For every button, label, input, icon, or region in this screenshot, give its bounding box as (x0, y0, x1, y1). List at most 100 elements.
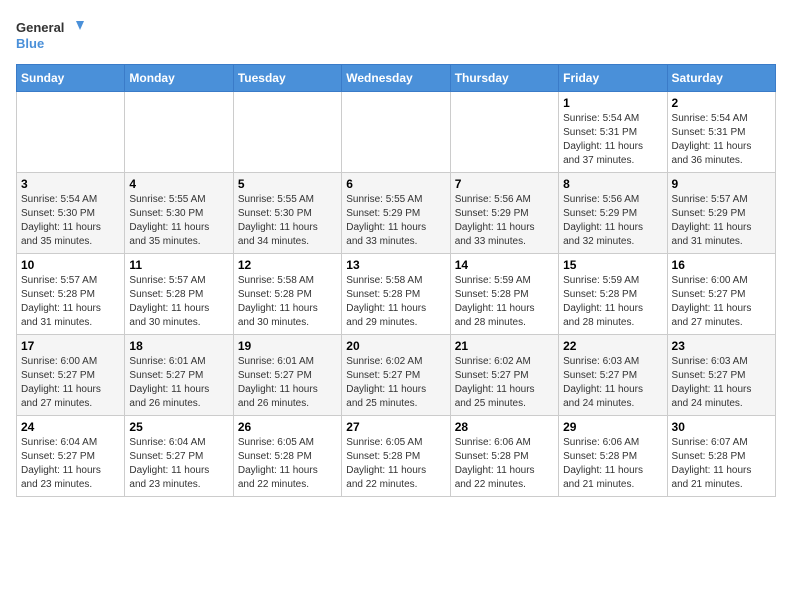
weekday-header-cell: Saturday (667, 65, 775, 92)
calendar-day-cell: 19 Sunrise: 6:01 AM Sunset: 5:27 PM Dayli… (233, 335, 341, 416)
logo: General Blue (16, 16, 86, 56)
calendar-day-cell: 29 Sunrise: 6:06 AM Sunset: 5:28 PM Dayli… (559, 416, 667, 497)
calendar-day-cell: 25 Sunrise: 6:04 AM Sunset: 5:27 PM Dayli… (125, 416, 233, 497)
day-info: Sunrise: 6:05 AM Sunset: 5:28 PM Dayligh… (346, 436, 445, 492)
day-number: 6 (346, 177, 445, 191)
calendar-day-cell (450, 92, 558, 173)
calendar-body: 1 Sunrise: 5:54 AM Sunset: 5:31 PM Daylig… (17, 92, 776, 497)
calendar-day-cell: 3 Sunrise: 5:54 AM Sunset: 5:30 PM Daylig… (17, 173, 125, 254)
calendar-day-cell (125, 92, 233, 173)
logo-svg: General Blue (16, 16, 86, 56)
day-info: Sunrise: 5:59 AM Sunset: 5:28 PM Dayligh… (455, 274, 554, 330)
day-info: Sunrise: 5:56 AM Sunset: 5:29 PM Dayligh… (455, 193, 554, 249)
day-number: 3 (21, 177, 120, 191)
day-number: 9 (672, 177, 771, 191)
day-number: 1 (563, 96, 662, 110)
weekday-header-cell: Monday (125, 65, 233, 92)
day-info: Sunrise: 5:54 AM Sunset: 5:31 PM Dayligh… (672, 112, 771, 168)
day-number: 27 (346, 420, 445, 434)
calendar-day-cell: 17Sunrise: 6:00 AM Sunset: 5:27 PM Dayli… (17, 335, 125, 416)
weekday-header-cell: Friday (559, 65, 667, 92)
page-header: General Blue (16, 16, 776, 56)
day-number: 25 (129, 420, 228, 434)
calendar-day-cell: 14 Sunrise: 5:59 AM Sunset: 5:28 PM Dayli… (450, 254, 558, 335)
day-info: Sunrise: 6:07 AM Sunset: 5:28 PM Dayligh… (672, 436, 771, 492)
day-info: Sunrise: 5:54 AM Sunset: 5:31 PM Dayligh… (563, 112, 662, 168)
svg-text:General: General (16, 20, 64, 35)
calendar-day-cell (233, 92, 341, 173)
calendar-day-cell: 4 Sunrise: 5:55 AM Sunset: 5:30 PM Daylig… (125, 173, 233, 254)
day-info: Sunrise: 5:57 AM Sunset: 5:28 PM Dayligh… (21, 274, 120, 330)
day-number: 15 (563, 258, 662, 272)
day-info: Sunrise: 6:02 AM Sunset: 5:27 PM Dayligh… (346, 355, 445, 411)
calendar-week-row: 3 Sunrise: 5:54 AM Sunset: 5:30 PM Daylig… (17, 173, 776, 254)
day-number: 5 (238, 177, 337, 191)
calendar-day-cell: 27 Sunrise: 6:05 AM Sunset: 5:28 PM Dayli… (342, 416, 450, 497)
calendar: SundayMondayTuesdayWednesdayThursdayFrid… (16, 64, 776, 497)
calendar-day-cell (17, 92, 125, 173)
day-info: Sunrise: 6:03 AM Sunset: 5:27 PM Dayligh… (672, 355, 771, 411)
calendar-day-cell (342, 92, 450, 173)
calendar-day-cell: 6Sunrise: 5:55 AM Sunset: 5:29 PM Daylig… (342, 173, 450, 254)
day-number: 21 (455, 339, 554, 353)
day-info: Sunrise: 6:04 AM Sunset: 5:27 PM Dayligh… (129, 436, 228, 492)
calendar-day-cell: 30 Sunrise: 6:07 AM Sunset: 5:28 PM Dayli… (667, 416, 775, 497)
day-number: 2 (672, 96, 771, 110)
day-number: 14 (455, 258, 554, 272)
calendar-day-cell: 15 Sunrise: 5:59 AM Sunset: 5:28 PM Dayli… (559, 254, 667, 335)
day-number: 8 (563, 177, 662, 191)
calendar-day-cell: 10Sunrise: 5:57 AM Sunset: 5:28 PM Dayli… (17, 254, 125, 335)
day-number: 22 (563, 339, 662, 353)
day-number: 28 (455, 420, 554, 434)
calendar-week-row: 24 Sunrise: 6:04 AM Sunset: 5:27 PM Dayli… (17, 416, 776, 497)
day-info: Sunrise: 6:03 AM Sunset: 5:27 PM Dayligh… (563, 355, 662, 411)
day-number: 19 (238, 339, 337, 353)
day-info: Sunrise: 5:55 AM Sunset: 5:30 PM Dayligh… (129, 193, 228, 249)
day-info: Sunrise: 5:58 AM Sunset: 5:28 PM Dayligh… (346, 274, 445, 330)
day-number: 7 (455, 177, 554, 191)
calendar-day-cell: 23 Sunrise: 6:03 AM Sunset: 5:27 PM Dayli… (667, 335, 775, 416)
calendar-week-row: 10Sunrise: 5:57 AM Sunset: 5:28 PM Dayli… (17, 254, 776, 335)
day-number: 30 (672, 420, 771, 434)
day-number: 24 (21, 420, 120, 434)
calendar-day-cell: 22 Sunrise: 6:03 AM Sunset: 5:27 PM Dayli… (559, 335, 667, 416)
day-number: 11 (129, 258, 228, 272)
calendar-day-cell: 24Sunrise: 6:04 AM Sunset: 5:27 PM Dayli… (17, 416, 125, 497)
calendar-day-cell: 9 Sunrise: 5:57 AM Sunset: 5:29 PM Daylig… (667, 173, 775, 254)
day-info: Sunrise: 6:01 AM Sunset: 5:27 PM Dayligh… (238, 355, 337, 411)
day-info: Sunrise: 5:57 AM Sunset: 5:28 PM Dayligh… (129, 274, 228, 330)
weekday-header-cell: Tuesday (233, 65, 341, 92)
calendar-day-cell: 28Sunrise: 6:06 AM Sunset: 5:28 PM Dayli… (450, 416, 558, 497)
day-number: 26 (238, 420, 337, 434)
calendar-day-cell: 20 Sunrise: 6:02 AM Sunset: 5:27 PM Dayli… (342, 335, 450, 416)
day-number: 18 (129, 339, 228, 353)
day-info: Sunrise: 6:06 AM Sunset: 5:28 PM Dayligh… (563, 436, 662, 492)
day-number: 13 (346, 258, 445, 272)
day-number: 29 (563, 420, 662, 434)
day-info: Sunrise: 5:55 AM Sunset: 5:30 PM Dayligh… (238, 193, 337, 249)
weekday-header-cell: Thursday (450, 65, 558, 92)
calendar-day-cell: 16 Sunrise: 6:00 AM Sunset: 5:27 PM Dayli… (667, 254, 775, 335)
day-number: 23 (672, 339, 771, 353)
svg-text:Blue: Blue (16, 36, 44, 51)
day-info: Sunrise: 5:54 AM Sunset: 5:30 PM Dayligh… (21, 193, 120, 249)
calendar-day-cell: 7 Sunrise: 5:56 AM Sunset: 5:29 PM Daylig… (450, 173, 558, 254)
day-number: 4 (129, 177, 228, 191)
calendar-day-cell: 8Sunrise: 5:56 AM Sunset: 5:29 PM Daylig… (559, 173, 667, 254)
weekday-header-cell: Wednesday (342, 65, 450, 92)
day-number: 17 (21, 339, 120, 353)
day-number: 16 (672, 258, 771, 272)
calendar-week-row: 17Sunrise: 6:00 AM Sunset: 5:27 PM Dayli… (17, 335, 776, 416)
calendar-day-cell: 21 Sunrise: 6:02 AM Sunset: 5:27 PM Dayli… (450, 335, 558, 416)
day-info: Sunrise: 5:58 AM Sunset: 5:28 PM Dayligh… (238, 274, 337, 330)
day-info: Sunrise: 6:01 AM Sunset: 5:27 PM Dayligh… (129, 355, 228, 411)
day-info: Sunrise: 5:59 AM Sunset: 5:28 PM Dayligh… (563, 274, 662, 330)
day-info: Sunrise: 5:57 AM Sunset: 5:29 PM Dayligh… (672, 193, 771, 249)
weekday-header-cell: Sunday (17, 65, 125, 92)
day-info: Sunrise: 6:02 AM Sunset: 5:27 PM Dayligh… (455, 355, 554, 411)
calendar-day-cell: 5 Sunrise: 5:55 AM Sunset: 5:30 PM Daylig… (233, 173, 341, 254)
day-info: Sunrise: 6:00 AM Sunset: 5:27 PM Dayligh… (672, 274, 771, 330)
day-number: 20 (346, 339, 445, 353)
calendar-day-cell: 1 Sunrise: 5:54 AM Sunset: 5:31 PM Daylig… (559, 92, 667, 173)
day-info: Sunrise: 6:05 AM Sunset: 5:28 PM Dayligh… (238, 436, 337, 492)
